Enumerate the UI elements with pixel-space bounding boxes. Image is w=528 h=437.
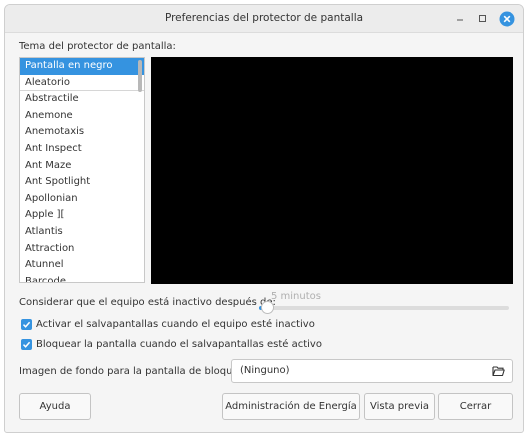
theme-item-ant-inspect[interactable]: Ant Inspect [20,141,144,158]
check-icon [22,341,31,348]
help-button[interactable]: Ayuda [19,393,91,420]
theme-item-apple-ii[interactable]: Apple ][ [20,207,144,224]
lock-background-file-chooser[interactable]: (Ninguno) [231,359,513,383]
idle-delay-slider-handle[interactable] [261,301,274,314]
theme-item-pantalla-en-negro[interactable]: Pantalla en negro [20,58,144,75]
idle-delay-value: 5 minutos [271,291,321,302]
activate-screensaver-checkbox[interactable] [21,319,32,330]
theme-item-aleatorio[interactable]: Aleatorio [20,75,144,92]
theme-item-anemotaxis[interactable]: Anemotaxis [20,124,144,141]
screensaver-preview [151,57,513,284]
theme-item-atlantis[interactable]: Atlantis [20,224,144,241]
theme-item-ant-spotlight[interactable]: Ant Spotlight [20,174,144,191]
idle-delay-slider-track[interactable] [259,306,509,310]
title-bar[interactable]: Preferencias del protector de pantalla [5,5,523,33]
maximize-button[interactable] [475,11,491,27]
theme-list-scrollbar[interactable] [138,60,142,92]
screensaver-preferences-window: Preferencias del protector de pantalla T… [4,4,524,433]
close-button[interactable]: Cerrar [438,393,513,420]
lock-screen-checkbox[interactable] [21,339,32,350]
theme-item-barcode[interactable]: Barcode [20,274,144,282]
maximize-icon [479,15,486,22]
theme-item-apollonian[interactable]: Apollonian [20,191,144,208]
activate-screensaver-option[interactable]: Activar el salvapantallas cuando el equi… [21,319,315,330]
theme-label: Tema del protector de pantalla: [19,41,176,52]
activate-screensaver-label: Activar el salvapantallas cuando el equi… [36,319,315,330]
theme-item-attraction[interactable]: Attraction [20,241,144,258]
check-icon [22,321,31,328]
minimize-button[interactable] [453,11,469,27]
theme-item-anemone[interactable]: Anemone [20,108,144,125]
minimize-icon [457,19,463,21]
lock-screen-label: Bloquear la pantalla cuando el salvapant… [36,339,322,350]
idle-delay-label: Considerar que el equipo está inactivo d… [19,297,276,308]
power-management-button[interactable]: Administración de Energía [222,393,360,420]
theme-item-abstractile[interactable]: Abstractile [20,91,144,108]
window-title: Preferencias del protector de pantalla [164,12,364,24]
lock-screen-option[interactable]: Bloquear la pantalla cuando el salvapant… [21,339,322,350]
close-window-button[interactable] [499,11,515,27]
theme-item-atunnel[interactable]: Atunnel [20,257,144,274]
preview-button[interactable]: Vista previa [364,393,435,420]
theme-item-ant-maze[interactable]: Ant Maze [20,158,144,175]
theme-list[interactable]: Pantalla en negro Aleatorio Abstractile … [19,57,145,283]
folder-open-icon[interactable] [492,365,505,380]
close-icon [499,11,515,27]
lock-background-label: Imagen de fondo para la pantalla de bloq… [19,366,249,377]
lock-background-value: (Ninguno) [240,365,290,376]
